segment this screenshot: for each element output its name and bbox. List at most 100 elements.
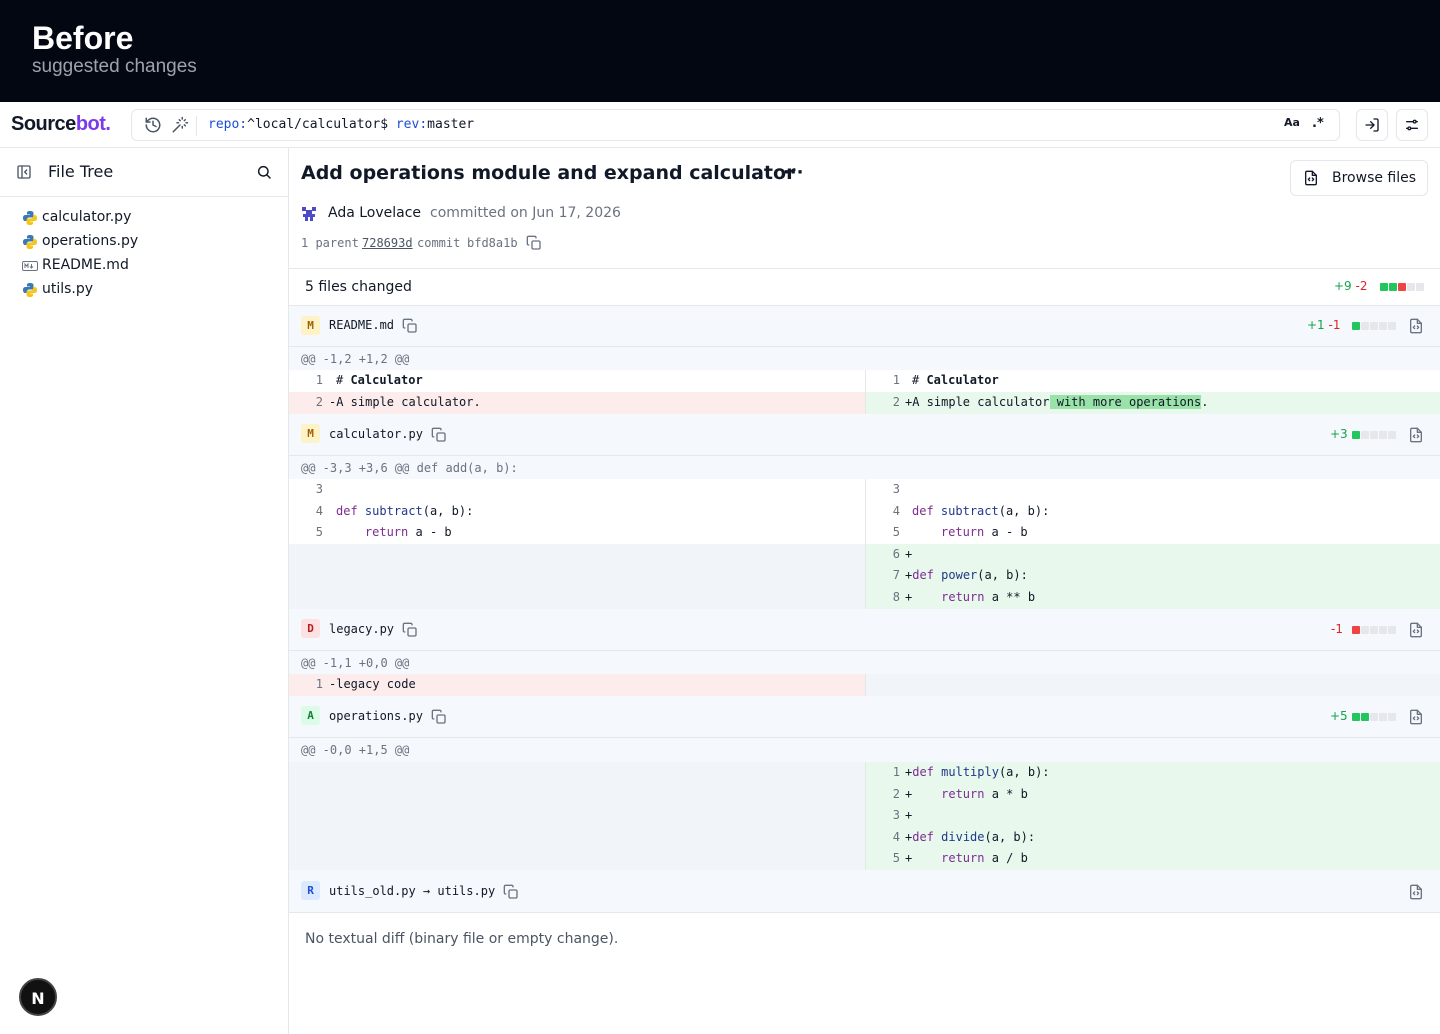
file-tree-header: File Tree [0, 148, 288, 197]
file-diff-header[interactable]: D legacy.py -1 [289, 609, 1440, 651]
query-rev-key: rev: [395, 117, 428, 132]
commit-view: Add operations module and expand calcula… [289, 148, 1440, 1034]
copy-icon[interactable] [526, 235, 542, 251]
author-name[interactable]: Ada Lovelace [328, 205, 421, 221]
diff-line-added: 2 +A simple calculator with more operatio… [865, 392, 1440, 414]
logo-accent-text: bot. [75, 113, 111, 135]
copy-icon[interactable] [431, 427, 447, 443]
collapse-panel-icon[interactable] [16, 164, 32, 180]
avatar [301, 206, 317, 222]
nextjs-dev-button[interactable]: N [19, 978, 57, 1016]
file-name: README.md [42, 257, 129, 273]
query-rev-value: master [427, 117, 475, 132]
search-bar[interactable]: repo:^local/calculator$ rev:master Aa .* [131, 109, 1340, 141]
commit-date: committed on Jun 17, 2026 [430, 205, 621, 221]
search-divider [196, 116, 197, 136]
search-query[interactable]: repo:^local/calculator$ rev:master [208, 117, 474, 132]
diff-line: 4 def subtract(a, b): [289, 501, 865, 523]
diffstat-bar [1352, 322, 1396, 330]
file-diff-header[interactable]: A operations.py +5 [289, 696, 1440, 738]
file-tree-panel: File Tree calculator.py operations.py RE… [0, 148, 289, 1034]
diff-line: 3 [865, 479, 1440, 501]
files-changed-bar: 5 files changed +9 -2 [289, 268, 1440, 306]
markdown-icon [22, 258, 38, 274]
hunk-header: @@ -3,3 +3,6 @@ def add(a, b): [289, 456, 1440, 481]
copy-icon[interactable] [503, 884, 519, 900]
diff-line-added: 2 + return a * b [865, 784, 1440, 806]
view-file-icon[interactable] [1408, 622, 1424, 638]
parent-hash-link[interactable]: 728693d [362, 236, 413, 250]
diffstat-bar [1352, 713, 1396, 721]
file-diff-header[interactable]: R utils_old.py → utils.py [289, 870, 1440, 913]
sliders-icon [1406, 119, 1418, 131]
diff-line: 1 # Calculator [289, 370, 865, 392]
file-name: utils.py [42, 281, 94, 297]
regex-toggle[interactable]: .* [1312, 116, 1324, 131]
view-file-icon[interactable] [1408, 709, 1424, 725]
hunk-header: @@ -1,1 +0,0 @@ [289, 651, 1440, 676]
diff-line: 5 return a - b [865, 522, 1440, 544]
browse-files-button[interactable]: Browse files [1290, 160, 1428, 196]
parent-label: 1 parent [301, 236, 359, 250]
status-badge: M [301, 316, 320, 335]
file-diff-header[interactable]: M calculator.py +3 [289, 414, 1440, 456]
diff-line-added: 6 + [865, 544, 1440, 566]
diff-line: 1 # Calculator [865, 370, 1440, 392]
file-deletions: -1 [1331, 622, 1343, 636]
diff-file-name[interactable]: legacy.py [329, 622, 394, 636]
search-icon[interactable] [256, 164, 272, 180]
diff-file-name[interactable]: calculator.py [329, 427, 423, 441]
diff-line: 5 return a - b [289, 522, 865, 544]
diff-line: 4 def subtract(a, b): [865, 501, 1440, 523]
diff-file-name[interactable]: utils_old.py → utils.py [329, 884, 495, 898]
browse-files-label: Browse files [1332, 170, 1417, 186]
diff-line-added: 7 +def power(a, b): [865, 565, 1440, 587]
view-file-icon[interactable] [1408, 318, 1424, 334]
file-code-icon [1305, 170, 1317, 186]
file-tree-title: File Tree [48, 162, 114, 181]
query-repo-value: ^local/calculator$ [247, 117, 396, 132]
commit-title: Add operations module and expand calcula… [301, 162, 796, 184]
copy-icon[interactable] [402, 318, 418, 334]
file-name: calculator.py [42, 209, 132, 225]
sign-in-button[interactable] [1356, 109, 1388, 141]
diff-line-added: 5 + return a / b [865, 848, 1440, 870]
view-file-icon[interactable] [1408, 427, 1424, 443]
view-file-icon[interactable] [1408, 884, 1424, 900]
commit-label: commit [417, 236, 461, 250]
diffstat-bar [1352, 431, 1396, 439]
top-bar: Sourcebot. repo:^local/calculator$ rev:m… [0, 102, 1440, 148]
logo-main-text: Source [11, 113, 76, 135]
history-icon[interactable] [144, 116, 162, 134]
python-icon [22, 210, 38, 226]
file-deletions: -1 [1328, 318, 1341, 332]
diff-line-added: 4 +def divide(a, b): [865, 827, 1440, 849]
total-additions: +9 [1334, 279, 1352, 293]
file-name: operations.py [42, 233, 139, 249]
diff-empty-space [865, 674, 1440, 696]
magic-wand-icon[interactable] [171, 116, 189, 134]
python-icon [22, 234, 38, 250]
copy-icon[interactable] [431, 709, 447, 725]
banner-title: Before [32, 20, 134, 56]
diff-empty-space [289, 544, 865, 609]
copy-icon[interactable] [402, 622, 418, 638]
diff-file-name[interactable]: operations.py [329, 709, 423, 723]
hunk-header: @@ -1,2 +1,2 @@ [289, 347, 1440, 372]
diff-file-name[interactable]: README.md [329, 318, 394, 332]
file-additions: +1 [1307, 318, 1325, 332]
sourcebot-logo[interactable]: Sourcebot. [11, 113, 111, 136]
diff-line: 3 [289, 479, 865, 501]
sign-in-icon [1365, 118, 1379, 132]
file-diff-header[interactable]: M README.md +1 -1 [289, 306, 1440, 347]
file-additions: +3 [1330, 427, 1348, 441]
diff-empty-space [289, 762, 865, 871]
settings-button[interactable] [1396, 109, 1428, 141]
status-badge: M [301, 424, 320, 443]
diff-line-added: 8 + return a ** b [865, 587, 1440, 609]
case-sensitive-toggle[interactable]: Aa [1284, 116, 1300, 129]
status-badge: R [301, 881, 320, 900]
more-options-button[interactable]: ··· [783, 162, 804, 183]
diffstat-bar [1380, 283, 1424, 291]
query-repo-key: repo: [208, 117, 248, 132]
